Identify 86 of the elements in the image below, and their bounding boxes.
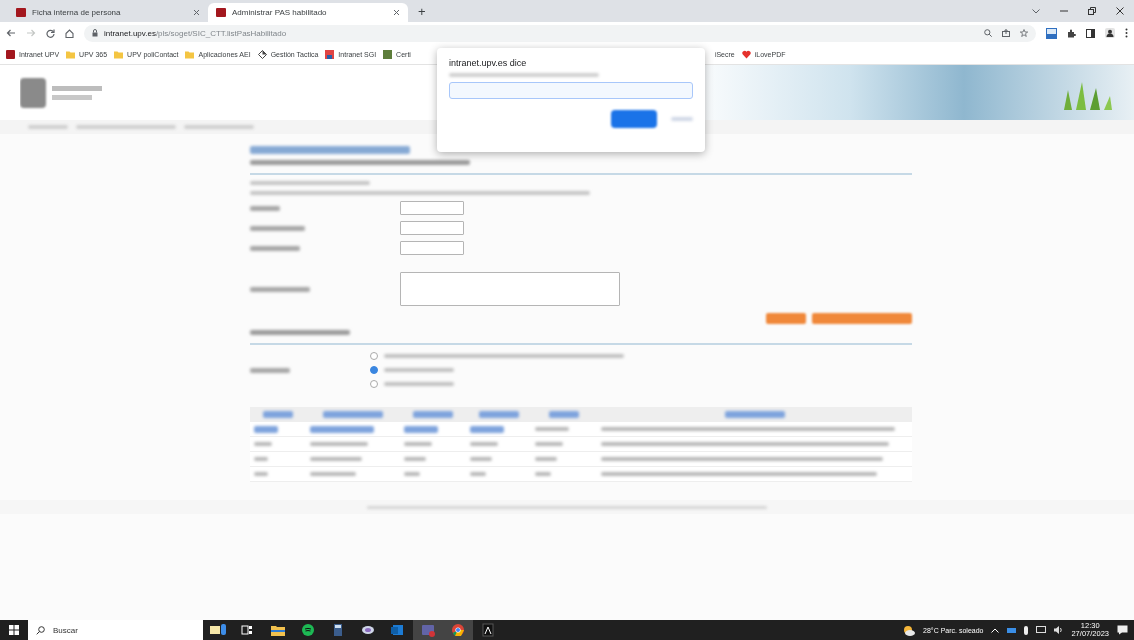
blurred-text (250, 225, 305, 231)
blurred-text (404, 472, 421, 476)
pdf-app-icon[interactable] (479, 622, 497, 638)
new-tab-button[interactable]: + (414, 4, 430, 18)
weather-icon[interactable] (903, 624, 916, 636)
address-bar[interactable]: intranet.upv.es/pls/soget/SIC_CTT.listPasHabilitado (84, 24, 1036, 42)
blurred-text (535, 442, 564, 446)
blurred-text (535, 457, 558, 461)
blurred-text (535, 472, 552, 476)
blurred-field (400, 201, 464, 215)
blurred-text (404, 425, 439, 433)
music-app-icon[interactable] (299, 622, 317, 638)
site-favicon-icon (6, 49, 15, 59)
network-icon[interactable] (1036, 626, 1047, 634)
blurred-text (724, 410, 785, 418)
home-icon[interactable] (65, 28, 74, 38)
blurred-text (250, 286, 310, 292)
battery-icon[interactable] (1007, 627, 1017, 633)
lock-icon (92, 29, 98, 37)
extension-badge-icon[interactable] (1046, 27, 1057, 39)
blurred-text (469, 425, 504, 433)
browser-tab[interactable]: Ficha interna de persona (8, 3, 208, 22)
blurred-text (469, 457, 492, 461)
blurred-text (250, 367, 290, 373)
browser-tab[interactable]: Administrar PAS habilitado (208, 3, 408, 22)
blurred-text (309, 425, 374, 433)
microphone-icon[interactable] (1024, 625, 1029, 635)
blurred-text (309, 457, 362, 461)
dialog-title: intranet.upv.es dice (449, 58, 528, 68)
radio-button[interactable] (370, 366, 378, 374)
chevron-down-icon[interactable] (1032, 8, 1040, 14)
search-icon (36, 625, 45, 635)
folder-icon (66, 49, 76, 59)
side-panel-icon[interactable] (1086, 28, 1095, 38)
speaker-icon[interactable] (1054, 626, 1064, 634)
blurred-text (469, 472, 486, 476)
more-options-icon[interactable] (1125, 28, 1128, 38)
blurred-text (413, 410, 454, 418)
site-favicon-icon (383, 49, 393, 59)
restore-icon[interactable] (1088, 7, 1096, 15)
blurred-text (404, 442, 433, 446)
site-favicon-icon (325, 49, 335, 59)
taskbar-search-field[interactable]: Buscar (28, 620, 203, 640)
folder-icon (114, 49, 124, 59)
blurred-text (250, 245, 300, 251)
blurred-text (384, 382, 454, 386)
blurred-text (250, 205, 280, 211)
heart-icon (741, 49, 751, 59)
radio-button[interactable] (370, 352, 378, 360)
blurred-text (535, 427, 570, 431)
close-icon[interactable] (393, 9, 400, 16)
folder-icon (185, 49, 195, 59)
site-favicon-icon (216, 8, 226, 17)
blurred-text (549, 410, 580, 418)
blurred-text (254, 457, 268, 461)
diamond-icon (257, 49, 267, 59)
zoom-icon[interactable] (984, 29, 992, 37)
browser-icon[interactable] (449, 622, 467, 638)
share-icon[interactable] (1002, 29, 1010, 37)
blurred-text (323, 410, 384, 418)
star-icon[interactable] (1020, 29, 1028, 37)
blurred-text (384, 368, 454, 372)
profile-icon[interactable] (1105, 28, 1115, 38)
blurred-text (478, 410, 519, 418)
puzzle-icon[interactable] (1067, 28, 1076, 38)
prompt-input-field[interactable] (449, 82, 693, 99)
close-icon[interactable] (193, 9, 200, 16)
blurred-text (309, 442, 368, 446)
blurred-field (400, 221, 464, 235)
site-favicon-icon (16, 8, 26, 17)
blurred-text (309, 472, 356, 476)
notifications-icon[interactable] (1117, 625, 1128, 635)
blurred-text (404, 457, 427, 461)
back-icon[interactable] (6, 29, 16, 37)
blurred-text (263, 410, 293, 418)
close-icon[interactable] (1116, 7, 1124, 15)
reload-icon[interactable] (46, 28, 55, 38)
blurred-text (469, 442, 498, 446)
radio-button[interactable] (370, 380, 378, 388)
blurred-text (254, 442, 272, 446)
url-text: intranet.upv.es/pls/soget/SIC_CTT.listPasHabilitado (104, 28, 287, 38)
blurred-field (400, 241, 464, 255)
blurred-text (254, 425, 278, 433)
windows-start-icon[interactable] (9, 625, 19, 635)
blurred-text (254, 472, 268, 476)
chevron-up-icon[interactable] (991, 627, 1000, 633)
